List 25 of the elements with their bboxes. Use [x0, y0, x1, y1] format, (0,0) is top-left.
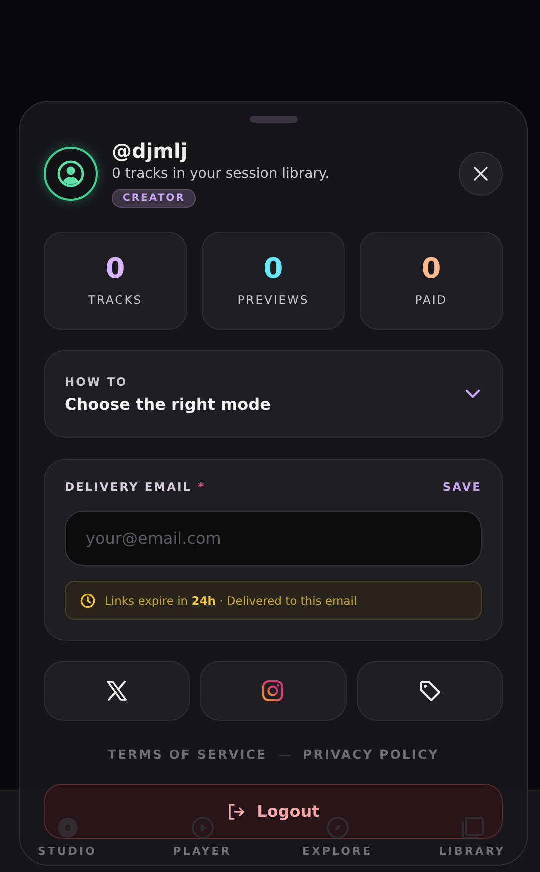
accordion-title: Choose the right mode	[65, 394, 272, 414]
how-to-accordion[interactable]: HOW TO Choose the right mode	[44, 350, 503, 438]
email-field[interactable]: your@email.com	[65, 511, 482, 566]
nav-label[interactable]: PLAYER	[173, 845, 232, 858]
notice-text: Links expire in 24h · Delivered to this email	[105, 594, 358, 608]
footer-link[interactable]: TERMS OF SERVICE	[108, 747, 268, 762]
footer-link[interactable]: PRIVACY POLICY	[303, 747, 440, 762]
stat-value: 0	[264, 255, 284, 283]
logout-button[interactable]: Logout	[44, 784, 503, 839]
nav-label[interactable]: LIBRARY	[439, 845, 506, 858]
stat-value: 0	[106, 255, 126, 283]
separator: —	[279, 748, 292, 762]
section-eyebrow: HOW TO	[65, 374, 129, 388]
stat-label: PREVIEWS	[238, 293, 310, 307]
stat-value: 0	[422, 255, 442, 283]
nav-label[interactable]: STUDIO	[38, 845, 97, 858]
nav-label[interactable]: EXPLORE	[302, 845, 372, 858]
field-label: DELIVERY EMAIL	[65, 480, 192, 494]
role-badge: CREATOR	[112, 189, 196, 208]
stat-label: TRACKS	[88, 293, 143, 307]
stat-label: PAID	[415, 293, 448, 307]
username: @djmlj	[112, 139, 188, 163]
save-button[interactable]: SAVE	[442, 480, 482, 494]
required-mark: *	[198, 480, 204, 494]
library-summary: 0 tracks in your session library.	[112, 166, 330, 182]
